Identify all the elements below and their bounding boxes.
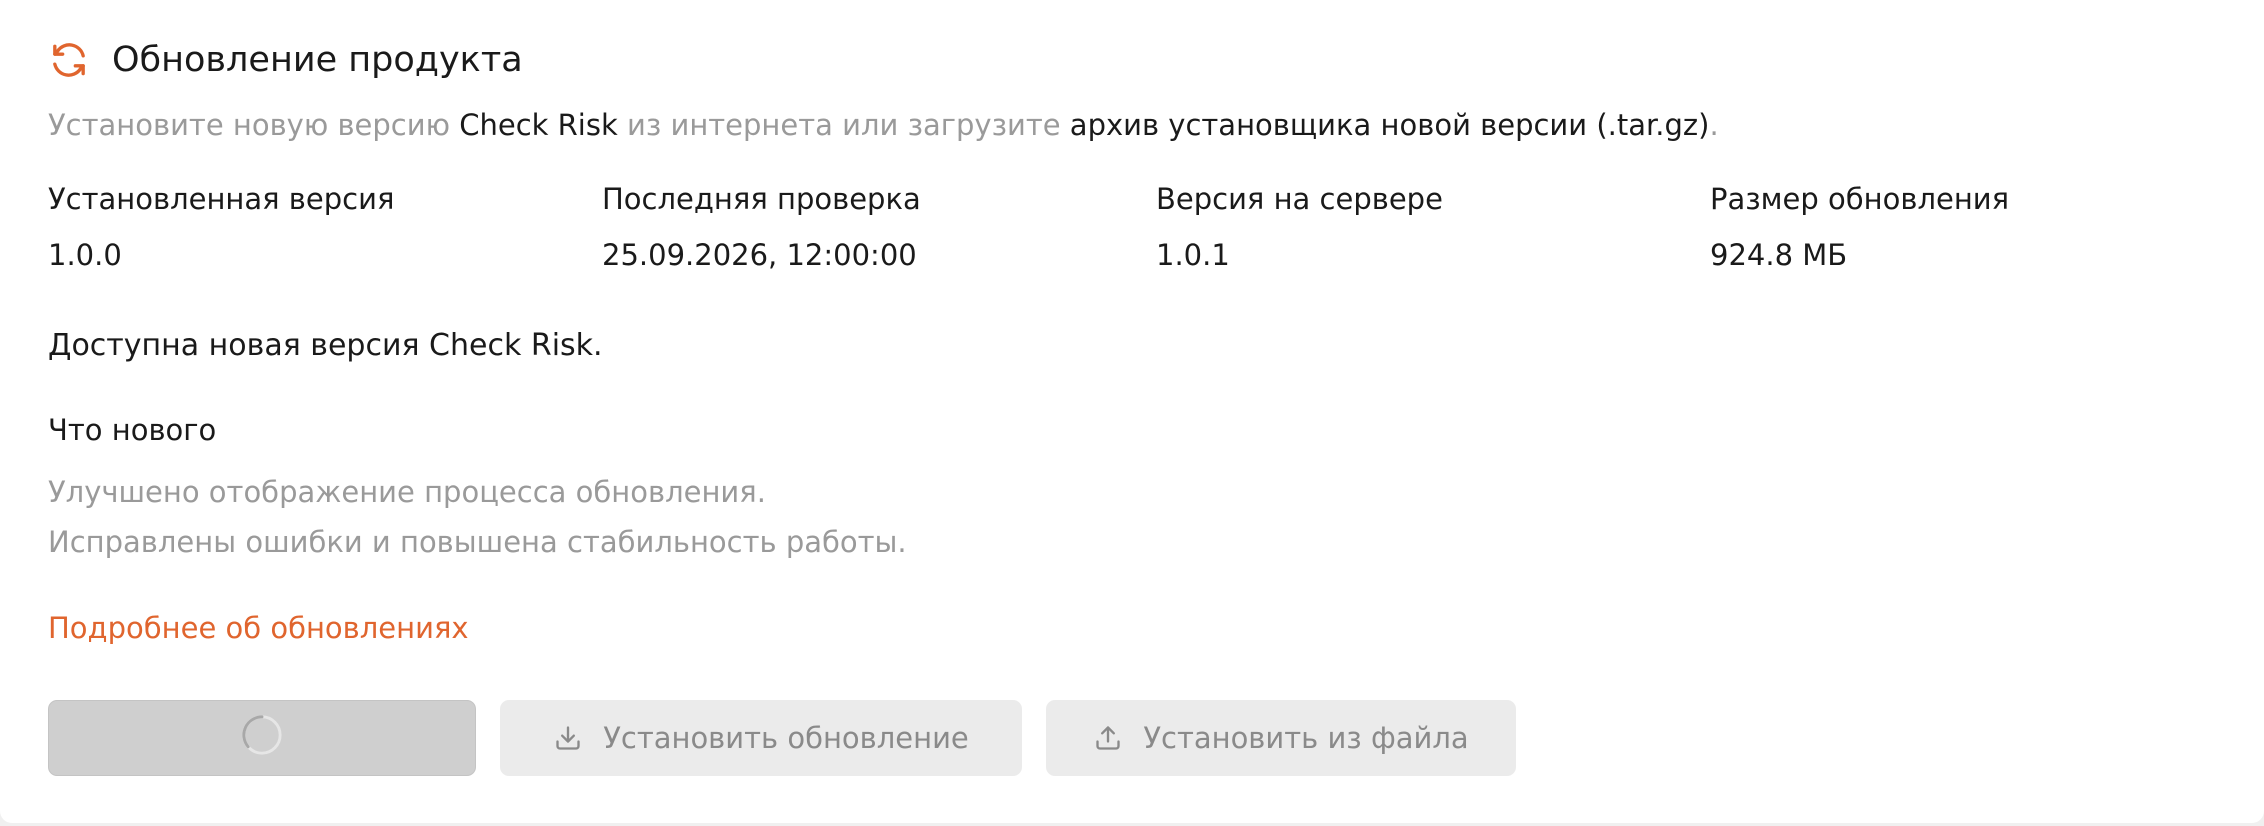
install-from-file-label: Установить из файла (1143, 721, 1469, 755)
upload-icon (1093, 723, 1123, 753)
installed-version-value: 1.0.0 (48, 238, 122, 272)
update-status-message: Доступна новая версия Check Risk. (48, 328, 603, 363)
whats-new-item: Исправлены ошибки и повышена стабильност… (48, 525, 907, 559)
description-text: Установите новую версию (48, 108, 460, 142)
update-details-link[interactable]: Подробнее об обновлениях (48, 611, 469, 645)
server-version-block: Версия на сервере 1.0.1 (1156, 182, 1696, 272)
install-update-label: Установить обновление (603, 721, 969, 755)
description: Установите новую версию Check Risk из ин… (48, 108, 1719, 142)
server-version-value: 1.0.1 (1156, 238, 1230, 272)
whats-new-heading: Что нового (48, 413, 217, 447)
description-text: из интернета или загрузите (617, 108, 1070, 142)
archive-format: архив установщика новой версии (.tar.gz) (1069, 108, 1710, 142)
update-size-block: Размер обновления 924.8 МБ (1710, 182, 2250, 272)
download-icon (553, 723, 583, 753)
install-update-button[interactable]: Установить обновление (500, 700, 1022, 776)
install-from-file-button[interactable]: Установить из файла (1046, 700, 1516, 776)
update-size-value: 924.8 МБ (1710, 238, 1848, 272)
page-title: Обновление продукта (112, 40, 523, 80)
description-text: . (1709, 108, 1719, 142)
installed-version-block: Установленная версия 1.0.0 (48, 182, 588, 272)
last-check-label: Последняя проверка (602, 182, 921, 216)
update-size-label: Размер обновления (1710, 182, 2010, 216)
product-name: Check Risk (459, 108, 618, 142)
loading-spinner-icon (241, 714, 283, 763)
whats-new-item: Улучшено отображение процесса обновления… (48, 475, 766, 509)
card-header: Обновление продукта (48, 36, 523, 84)
product-update-card: Обновление продукта Установите новую вер… (0, 0, 2264, 823)
refresh-icon (48, 39, 90, 81)
last-check-block: Последняя проверка 25.09.2026, 12:00:00 (602, 182, 1142, 272)
check-updates-button[interactable] (48, 700, 476, 776)
last-check-value: 25.09.2026, 12:00:00 (602, 238, 917, 272)
installed-version-label: Установленная версия (48, 182, 395, 216)
server-version-label: Версия на сервере (1156, 182, 1443, 216)
